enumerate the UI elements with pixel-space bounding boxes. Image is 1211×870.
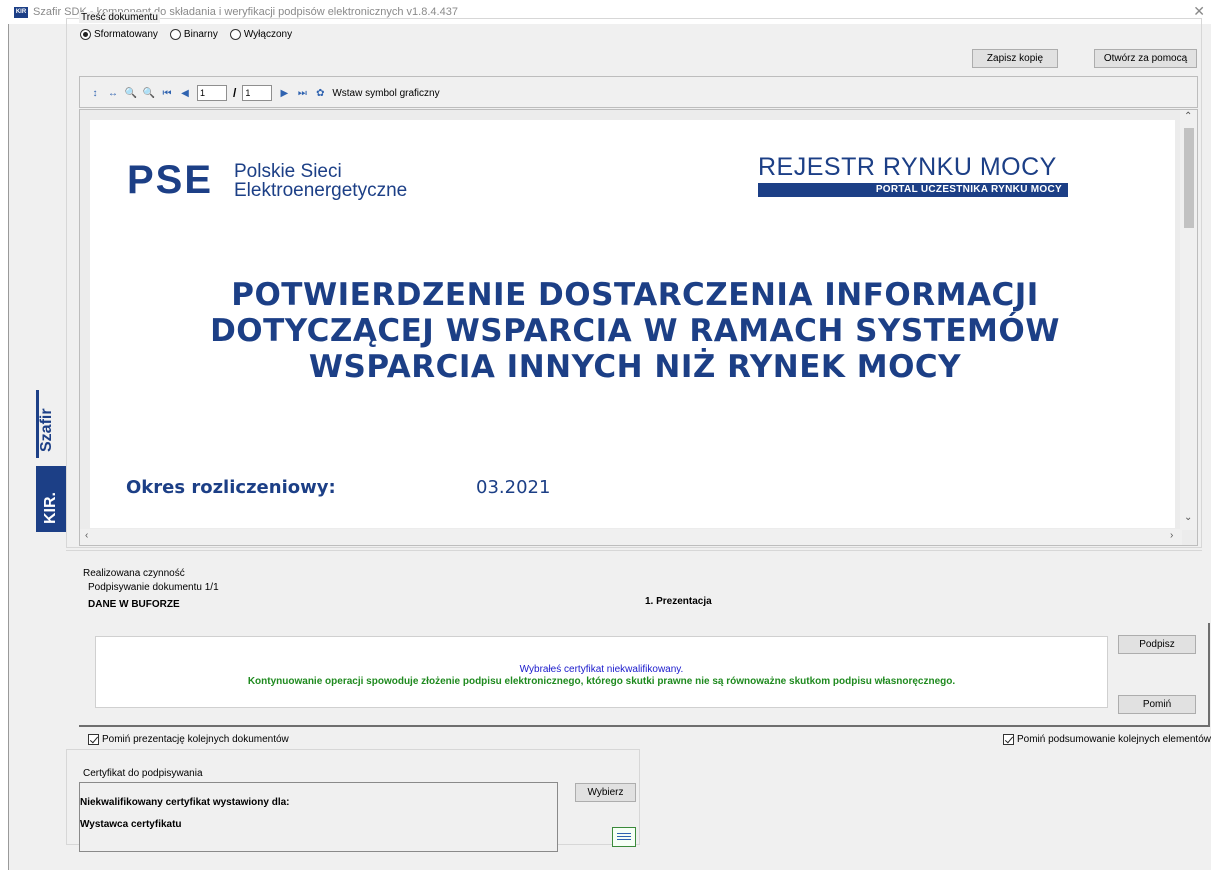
pse-name-line2: Elektroenergetyczne: [234, 180, 408, 201]
registry-subtitle: PORTAL UCZESTNIKA RYNKU MOCY: [758, 183, 1068, 197]
period-value: 03.2021: [476, 477, 551, 498]
skip-presentation-checkbox[interactable]: [88, 734, 99, 745]
skip-summary-option[interactable]: Pomiń podsumowanie kolejnych elementów: [1003, 734, 1211, 745]
fit-width-icon[interactable]: ↔: [107, 87, 119, 99]
fit-height-icon[interactable]: ↕: [89, 87, 101, 99]
radio-formatted-indicator[interactable]: [80, 29, 91, 40]
buffer-label: DANE W BUFORZE: [88, 599, 180, 610]
document-viewer[interactable]: PSE Polskie Sieci Elektroenergetyczne RE…: [79, 109, 1198, 546]
certificate-issuer: Wystawca certyfikatu: [80, 819, 182, 830]
pse-logo: PSE Polskie Sieci Elektroenergetyczne: [127, 158, 407, 202]
registry-logo: REJESTR RYNKU MOCY PORTAL UCZESTNIKA RYN…: [758, 153, 1068, 197]
skip-button[interactable]: Pomiń: [1118, 695, 1196, 714]
document-page: PSE Polskie Sieci Elektroenergetyczne RE…: [90, 120, 1175, 528]
radio-disabled-indicator[interactable]: [229, 29, 241, 40]
period-label: Okres rozliczeniowy:: [126, 477, 336, 498]
pse-logo-name: Polskie Sieci Elektroenergetyczne: [234, 162, 407, 200]
scroll-up-icon[interactable]: ⌃: [1184, 111, 1192, 122]
certificate-issued-for: Niekwalifikowany certyfikat wystawiony d…: [80, 797, 290, 808]
close-icon[interactable]: ✕: [1193, 4, 1205, 18]
document-heading-line1: POTWIERDZENIE DOSTARCZENIA INFORMACJI: [231, 277, 1039, 313]
radio-binary[interactable]: Binarny: [169, 29, 218, 40]
pse-name-line1: Polskie Sieci: [234, 161, 342, 182]
page-separator: /: [233, 86, 237, 100]
document-heading-line2: DOTYCZĄCEJ WSPARCIA W RAMACH SYSTEMÓW: [210, 313, 1060, 349]
previous-page-icon[interactable]: ◀: [179, 87, 191, 99]
zoom-out-icon[interactable]: 🔍: [125, 87, 137, 99]
kir-logo: KIR.: [42, 492, 59, 524]
next-page-icon[interactable]: ▶: [278, 87, 290, 99]
radio-formatted-label: Sformatowany: [94, 29, 158, 40]
choose-certificate-button[interactable]: Wybierz: [575, 783, 636, 802]
viewer-toolbar: ↕ ↔ 🔍 🔍 ⏮ ◀ 1 / 1 ▶ ⏭ ✿ Wstaw symbol gra…: [79, 76, 1198, 108]
szafir-logo: Szafir: [38, 408, 55, 452]
display-mode-radios: Sformatowany Binarny Wyłączony: [80, 29, 292, 40]
scroll-right-icon[interactable]: ›: [1170, 530, 1173, 541]
certificate-group-label: Certyfikat do podpisywania: [81, 768, 205, 779]
insert-symbol-icon[interactable]: ✿: [314, 87, 326, 99]
scroll-left-icon[interactable]: ‹: [85, 530, 88, 541]
document-heading: POTWIERDZENIE DOSTARCZENIA INFORMACJI DO…: [150, 277, 1120, 385]
radio-binary-indicator[interactable]: [169, 29, 181, 40]
signing-progress: Podpisywanie dokumentu 1/1: [88, 582, 219, 593]
certificate-details-icon[interactable]: [612, 827, 636, 847]
sign-button[interactable]: Podpisz: [1118, 635, 1196, 654]
open-with-button[interactable]: Otwórz za pomocą: [1094, 49, 1197, 68]
certificate-details-box: Niekwalifikowany certyfikat wystawiony d…: [79, 782, 558, 852]
horizontal-scrollbar[interactable]: ‹ ›: [80, 529, 1182, 545]
toolbar-items: ↕ ↔ 🔍 🔍 ⏮ ◀ 1 / 1 ▶ ⏭ ✿ Wstaw symbol gra…: [89, 85, 440, 101]
document-content-label: Treść dokumentu: [79, 12, 160, 23]
total-pages-field: 1: [242, 85, 273, 101]
current-page-input[interactable]: 1: [197, 85, 227, 101]
kir-logo-box: KIR.: [36, 466, 66, 532]
app-icon: KIR: [14, 6, 28, 18]
pse-logo-mark: PSE: [127, 158, 214, 202]
zoom-in-icon[interactable]: 🔍: [143, 87, 155, 99]
skip-presentation-label: Pomiń prezentację kolejnych dokumentów: [102, 734, 289, 745]
action-group-label: Realizowana czynność: [81, 568, 187, 579]
branding-strip: Szafir KIR.: [36, 390, 66, 535]
insert-symbol-button[interactable]: Wstaw symbol graficzny: [332, 88, 439, 99]
stage-label: 1. Prezentacja: [645, 596, 712, 607]
first-page-icon[interactable]: ⏮: [161, 87, 173, 99]
scroll-down-icon[interactable]: ⌄: [1184, 512, 1192, 523]
radio-disabled[interactable]: Wyłączony: [229, 29, 293, 40]
document-heading-line3: WSPARCIA INNYCH NIŻ RYNEK MOCY: [308, 349, 962, 385]
radio-formatted[interactable]: Sformatowany: [80, 29, 158, 40]
radio-binary-label: Binarny: [183, 29, 218, 40]
registry-title: REJESTR RYNKU MOCY: [758, 153, 1057, 181]
vertical-scrollbar[interactable]: ⌃ ⌄: [1180, 110, 1197, 530]
message-box: Wybrałeś certyfikat niekwalifikowany. Ko…: [95, 636, 1108, 708]
last-page-icon[interactable]: ⏭: [296, 87, 308, 99]
message-warning: Kontynuowanie operacji spowoduje złożeni…: [247, 676, 956, 687]
vertical-scroll-thumb[interactable]: [1184, 128, 1194, 228]
radio-disabled-label: Wyłączony: [243, 29, 293, 40]
skip-summary-label: Pomiń podsumowanie kolejnych elementów: [1017, 734, 1211, 745]
save-copy-button[interactable]: Zapisz kopię: [972, 49, 1058, 68]
skip-presentation-option[interactable]: Pomiń prezentację kolejnych dokumentów: [88, 734, 289, 745]
message-info: Wybrałeś certyfikat niekwalifikowany.: [519, 664, 684, 675]
skip-summary-checkbox[interactable]: [1003, 734, 1014, 745]
